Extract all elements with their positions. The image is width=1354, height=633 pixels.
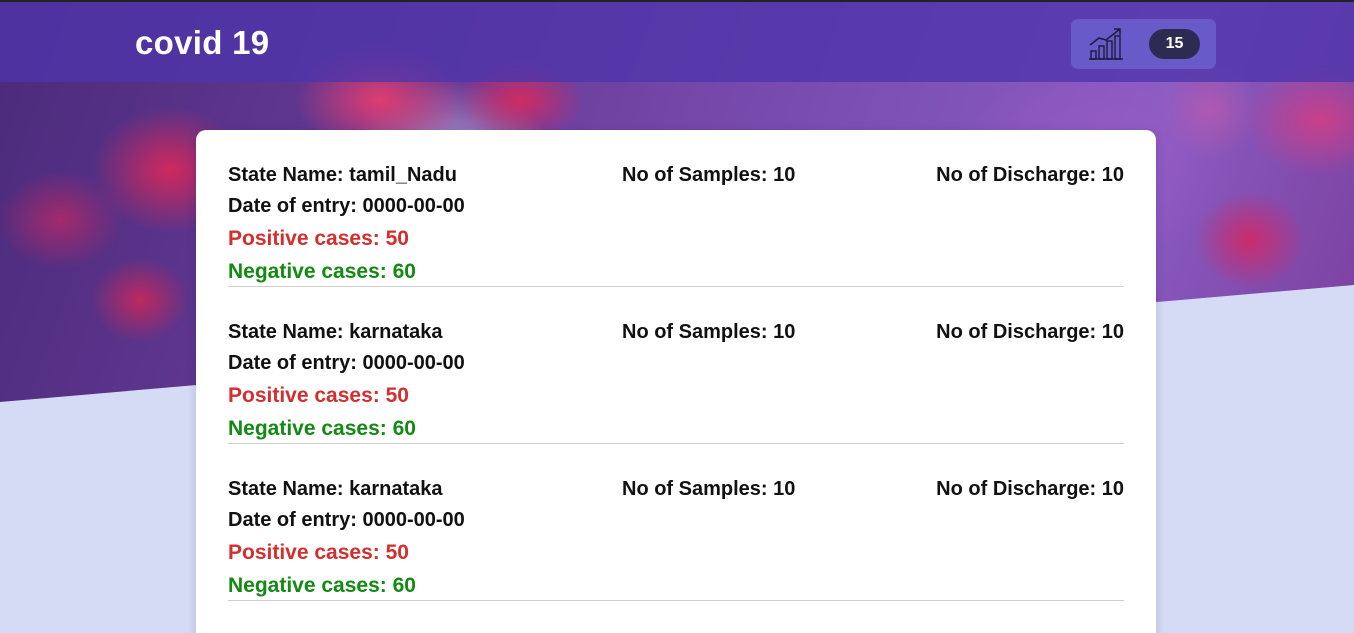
discharge-count: No of Discharge: 10 — [936, 321, 1124, 343]
entry-date: Date of entry: 0000-00-00 — [228, 352, 465, 374]
page: covid 19 15 State Name: tamil_Nadu Date … — [0, 0, 1354, 633]
brand-title[interactable]: covid 19 — [135, 24, 269, 62]
samples-count: No of Samples: 10 — [622, 321, 796, 343]
samples-count: No of Samples: 10 — [622, 478, 796, 500]
negative-cases: Negative cases: 60 — [228, 260, 416, 283]
negative-cases: Negative cases: 60 — [228, 417, 416, 440]
negative-cases: Negative cases: 60 — [228, 574, 416, 597]
discharge-count: No of Discharge: 10 — [936, 164, 1124, 186]
stat-count-badge: 15 — [1149, 29, 1200, 59]
positive-cases: Positive cases: 50 — [228, 541, 409, 564]
state-name: State Name: tamil_Nadu — [228, 164, 457, 186]
records-card: State Name: tamil_Nadu Date of entry: 00… — [196, 130, 1156, 633]
positive-cases: Positive cases: 50 — [228, 227, 409, 250]
state-name: State Name: karnataka — [228, 478, 443, 500]
record-item: State Name: karnataka Date of entry: 000… — [228, 287, 1124, 444]
samples-count: No of Samples: 10 — [622, 164, 796, 186]
record-item: State Name: tamil_Nadu Date of entry: 00… — [228, 130, 1124, 287]
entry-date: Date of entry: 0000-00-00 — [228, 509, 465, 531]
entry-date: Date of entry: 0000-00-00 — [228, 195, 465, 217]
stats-button[interactable]: 15 — [1071, 19, 1216, 69]
positive-cases: Positive cases: 50 — [228, 384, 409, 407]
record-item: State Name: karnataka Date of entry: 000… — [228, 444, 1124, 601]
chart-growth-icon — [1089, 28, 1123, 60]
discharge-count: No of Discharge: 10 — [936, 478, 1124, 500]
top-navbar: covid 19 15 — [0, 0, 1354, 82]
state-name: State Name: karnataka — [228, 321, 443, 343]
